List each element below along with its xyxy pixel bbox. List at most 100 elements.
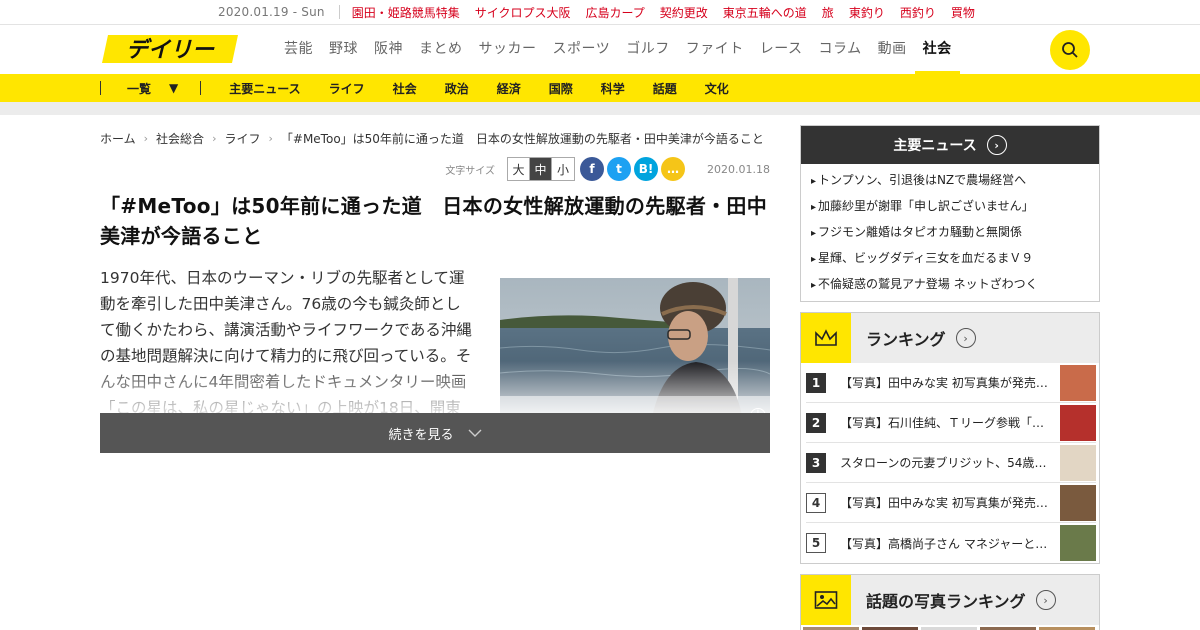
subnav-item[interactable]: 話題 bbox=[653, 80, 677, 97]
subnav-item[interactable]: 科学 bbox=[601, 80, 625, 97]
subnav-item[interactable]: 主要ニュース bbox=[229, 80, 300, 97]
rank-number: 2 bbox=[806, 412, 826, 433]
news-item[interactable]: フジモン離婚はタピオカ騒動と無関係 bbox=[811, 220, 1089, 246]
ranking-header[interactable]: ランキング › bbox=[801, 313, 1099, 363]
ranking-thumbnail bbox=[1060, 404, 1096, 441]
text-fade-overlay bbox=[100, 361, 770, 421]
rank-number: 1 bbox=[806, 372, 826, 393]
caret-down-icon: ▼ bbox=[169, 81, 179, 95]
category-subnav: 一覧 ▼ 主要ニュース ライフ 社会 政治 経済 国際 科学 話題 文化 bbox=[0, 74, 1200, 102]
subnav-items: 主要ニュース ライフ 社会 政治 経済 国際 科学 話題 文化 bbox=[229, 80, 757, 97]
subnav-item[interactable]: 国際 bbox=[549, 80, 573, 97]
ranking-thumbnail bbox=[1060, 525, 1096, 561]
ranking-thumbnail bbox=[1060, 444, 1096, 481]
news-item[interactable]: 不倫疑惑の鷲見アナ登場 ネットざわつく bbox=[811, 272, 1089, 298]
ranking-item[interactable]: 5 【写真】高橋尚子さん マネジャーと笑顔 bbox=[806, 523, 1096, 563]
top-news-header[interactable]: 主要ニュース › bbox=[801, 126, 1099, 164]
top-link[interactable]: サイクロプス大阪 bbox=[475, 4, 571, 21]
subnav-item[interactable]: 社会 bbox=[393, 80, 417, 97]
article-tools: 文字サイズ 大中小 f t B!… 2020.01.18 bbox=[100, 157, 770, 181]
sidebar: 主要ニュース › トンプソン、引退後はNZで農場経営へ加藤紗里が謝罪「申し訳ござ… bbox=[800, 125, 1100, 630]
photo-thumbnails bbox=[801, 625, 1099, 630]
article-date: 2020.01.18 bbox=[707, 162, 770, 176]
read-more-button[interactable]: 続きを見る bbox=[100, 413, 770, 453]
ranking-item[interactable]: 2 【写真】石川佳純、Ｔリーグ参戦「盛り上げたい」 bbox=[806, 403, 1096, 443]
news-item[interactable]: トンプソン、引退後はNZで農場経営へ bbox=[811, 168, 1089, 194]
nav-item[interactable]: ゴルフ bbox=[618, 25, 678, 74]
nav-item[interactable]: 動画 bbox=[870, 25, 915, 74]
rank-number: 3 bbox=[806, 452, 826, 473]
top-link[interactable]: 東京五輪への道 bbox=[723, 4, 807, 21]
ranking-item-title: 【写真】高橋尚子さん マネジャーと笑顔 bbox=[840, 536, 1056, 551]
nav-item[interactable]: 野球 bbox=[321, 25, 366, 74]
crown-icon bbox=[801, 313, 851, 363]
top-news-list: トンプソン、引退後はNZで農場経営へ加藤紗里が謝罪「申し訳ございません」フジモン… bbox=[801, 164, 1099, 301]
chevron-down-icon bbox=[468, 429, 481, 437]
subnav-item[interactable]: 経済 bbox=[497, 80, 521, 97]
nav-item[interactable]: 阪神 bbox=[366, 25, 411, 74]
breadcrumb-item[interactable]: ホーム bbox=[100, 130, 136, 147]
chevron-right-icon: › bbox=[268, 132, 273, 145]
ranking-title: ランキング bbox=[866, 330, 946, 349]
news-item[interactable]: 星輝、ビッグダディ三女を血だるまＶ９ bbox=[811, 246, 1089, 272]
nav-item[interactable]: レース bbox=[752, 25, 811, 74]
nav-item[interactable]: ファイト bbox=[678, 25, 752, 74]
photo-ranking-title: 話題の写真ランキング bbox=[866, 592, 1026, 611]
ranking-item[interactable]: 4 【写真】田中みな実 初写真集が発売前に重版 bbox=[806, 483, 1096, 523]
top-link[interactable]: 契約更改 bbox=[660, 4, 708, 21]
subnav-item[interactable]: ライフ bbox=[329, 80, 365, 97]
article-column: ホーム › 社会総合 › ライフ › 「#MeToo」は50年前に通った道 日本の女性解放運… bbox=[100, 115, 770, 453]
chevron-right-icon: › bbox=[212, 132, 217, 145]
nav-item[interactable]: まとめ bbox=[411, 25, 471, 74]
breadcrumb-item: 「#MeToo」は50年前に通った道 日本の女性解放運動の先駆者・田中美津が今語… bbox=[280, 132, 764, 146]
divider bbox=[200, 81, 202, 95]
breadcrumb-item[interactable]: 社会総合 bbox=[156, 130, 204, 147]
top-link[interactable]: 買物 bbox=[951, 4, 975, 21]
ranking-box: ランキング › 1 【写真】田中みな実 初写真集が発売前に重版 2 【写真】石川佳純、… bbox=[800, 312, 1100, 564]
main-area: ホーム › 社会総合 › ライフ › 「#MeToo」は50年前に通った道 日本の女性解放運… bbox=[0, 115, 1200, 630]
chevron-right-icon: › bbox=[1035, 590, 1056, 610]
top-link[interactable]: 東釣り bbox=[849, 4, 885, 21]
article-title: 「#MeToo」は50年前に通った道 日本の女性解放運動の先駆者・田中美津が今語… bbox=[100, 194, 768, 248]
breadcrumb: ホーム › 社会総合 › ライフ › 「#MeToo」は50年前に通った道 日本の女性解放運… bbox=[100, 130, 770, 147]
hatena-icon[interactable]: B! bbox=[634, 157, 659, 181]
top-link[interactable]: 西釣り bbox=[900, 4, 936, 21]
ranking-item[interactable]: 1 【写真】田中みな実 初写真集が発売前に重版 bbox=[806, 363, 1096, 403]
nav-item[interactable]: コラム bbox=[811, 25, 870, 74]
photo-ranking-header[interactable]: 話題の写真ランキング › bbox=[801, 575, 1099, 625]
ranking-item-title: 【写真】田中みな実 初写真集が発売前に重版 bbox=[840, 496, 1056, 510]
twitter-icon[interactable]: t bbox=[607, 157, 632, 181]
top-link[interactable]: 旅 bbox=[822, 4, 834, 21]
subnav-item[interactable]: 文化 bbox=[705, 80, 729, 97]
font-size-label: 文字サイズ bbox=[445, 165, 496, 177]
top-link[interactable]: 広島カープ bbox=[585, 4, 644, 21]
facebook-icon[interactable]: f bbox=[580, 157, 605, 181]
subnav-item[interactable]: 政治 bbox=[445, 80, 469, 97]
all-categories-dropdown[interactable]: 一覧 ▼ bbox=[101, 80, 200, 97]
ranking-thumbnail bbox=[1060, 364, 1096, 401]
font-size-option[interactable]: 中 bbox=[530, 158, 553, 180]
nav-item[interactable]: サッカー bbox=[471, 25, 545, 74]
news-item[interactable]: 加藤紗里が謝罪「申し訳ございません」 bbox=[811, 194, 1089, 220]
breadcrumb-item[interactable]: ライフ bbox=[224, 130, 260, 147]
share-buttons: f t B!… bbox=[580, 157, 686, 181]
top-link[interactable]: 園田・姫路競馬特集 bbox=[352, 4, 460, 21]
nav-item[interactable]: スポーツ bbox=[545, 25, 619, 74]
read-more-label: 続きを見る bbox=[388, 427, 454, 443]
nav-item[interactable]: 社会 bbox=[914, 25, 960, 74]
chevron-right-icon: › bbox=[143, 132, 149, 145]
daily-logo[interactable]: デイリー bbox=[100, 33, 240, 65]
nav-item[interactable]: 芸能 bbox=[276, 25, 321, 74]
ranking-item[interactable]: 3 スタローンの元妻ブリジット、54歳に見えない美 bbox=[806, 443, 1096, 483]
search-button[interactable] bbox=[1050, 30, 1090, 70]
ranking-list: 1 【写真】田中みな実 初写真集が発売前に重版 2 【写真】石川佳純、Ｔリーグ参戦「盛… bbox=[801, 363, 1099, 563]
font-size-option[interactable]: 大 bbox=[508, 158, 531, 180]
search-icon bbox=[1062, 42, 1078, 58]
top-links: 園田・姫路競馬特集 サイクロプス大阪 広島カープ 契約更改 東京五輪への道旅東釣り 西釣り… bbox=[352, 4, 990, 21]
article-body-wrap: 1970年代、日本のウーマン・リブの先駆者として運動を牽引した田中美津さん。76… bbox=[100, 265, 770, 421]
current-date: 2020.01.19 - Sun bbox=[218, 5, 325, 19]
image-icon bbox=[801, 575, 851, 625]
font-size-option[interactable]: 小 bbox=[552, 158, 574, 180]
comment-icon[interactable]: … bbox=[661, 157, 686, 181]
top-news-box: 主要ニュース › トンプソン、引退後はNZで農場経営へ加藤紗里が謝罪「申し訳ござ… bbox=[800, 125, 1100, 302]
